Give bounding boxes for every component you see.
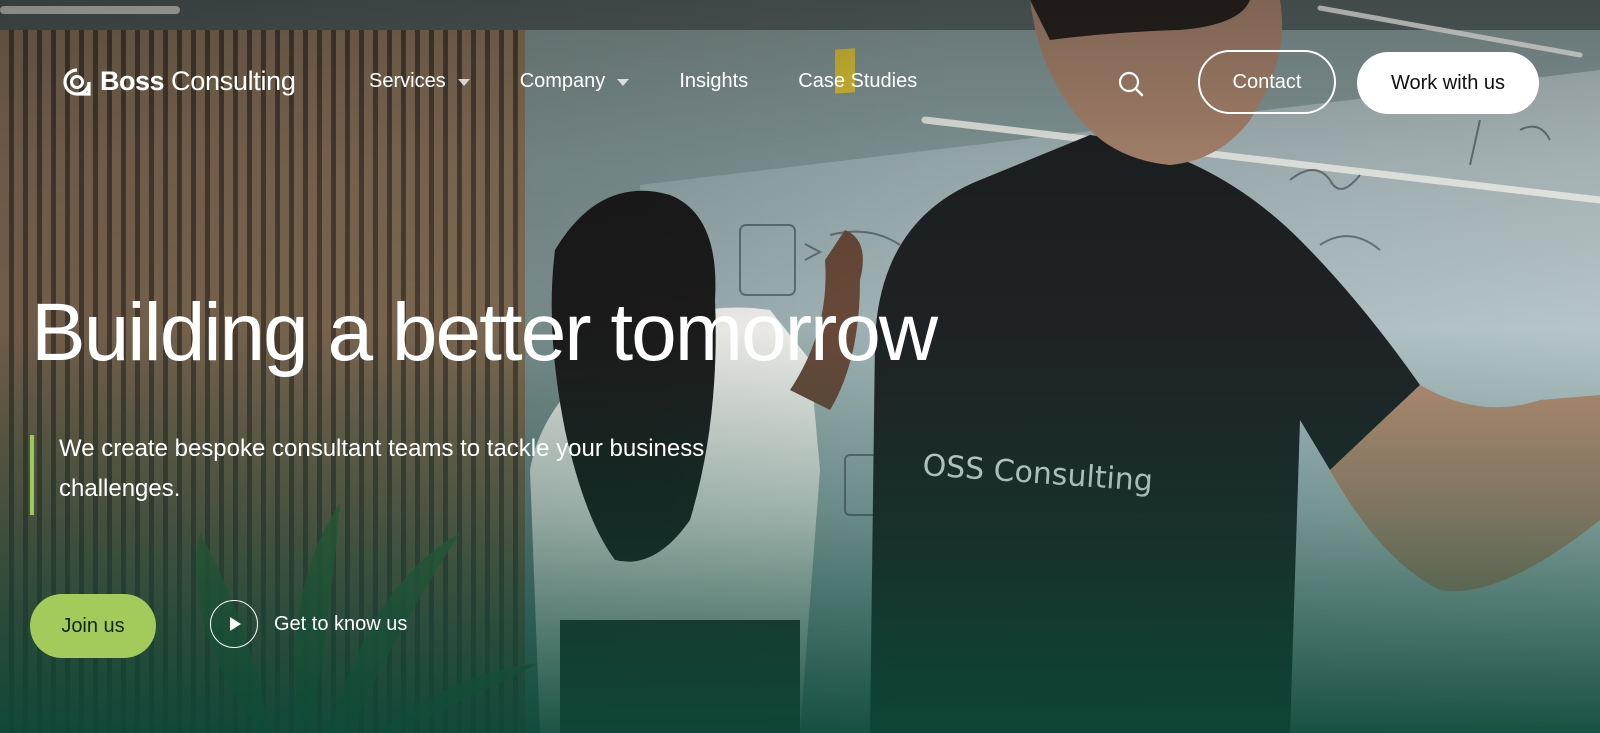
work-with-us-button[interactable]: Work with us <box>1357 52 1539 114</box>
nav-item-company[interactable]: Company <box>520 70 630 93</box>
nav-item-label: Company <box>519 70 606 92</box>
brand-name-bold: Boss <box>100 66 165 96</box>
main-nav: Boss Consulting Services Company Insight… <box>0 50 1600 118</box>
hero-subheading-block: We create bespoke consultant teams to ta… <box>30 435 819 515</box>
nav-item-services[interactable]: Services <box>369 70 470 93</box>
contact-button[interactable]: Contact <box>1198 50 1336 114</box>
play-icon <box>230 617 241 631</box>
brand-logo[interactable]: Boss Consulting <box>63 66 296 97</box>
nav-links: Services Company Insights Case Studies <box>369 70 967 93</box>
join-us-button[interactable]: Join us <box>30 594 156 658</box>
chevron-down-icon <box>617 79 630 86</box>
accent-bar <box>30 435 34 515</box>
search-icon[interactable] <box>1116 69 1146 99</box>
brand-name-light: Consulting <box>171 66 296 96</box>
nav-item-case-studies[interactable]: Case Studies <box>798 70 917 93</box>
hero-headline: Building a better tomorrow <box>31 287 938 378</box>
hero-subheading: We create bespoke consultant teams to ta… <box>59 435 705 502</box>
get-to-know-us-link[interactable]: Get to know us <box>210 600 407 648</box>
hero-section: OSS Consulting Boss Consulting Services … <box>0 0 1600 733</box>
nav-item-label: Insights <box>679 70 749 92</box>
nav-item-label: Case Studies <box>798 70 918 92</box>
boss-logo-mark-icon <box>63 67 91 96</box>
get-to-know-us-label: Get to know us <box>274 612 408 635</box>
play-button[interactable] <box>210 600 258 648</box>
nav-item-insights[interactable]: Insights <box>679 70 748 93</box>
chevron-down-icon <box>457 79 470 86</box>
nav-item-label: Services <box>369 70 446 92</box>
